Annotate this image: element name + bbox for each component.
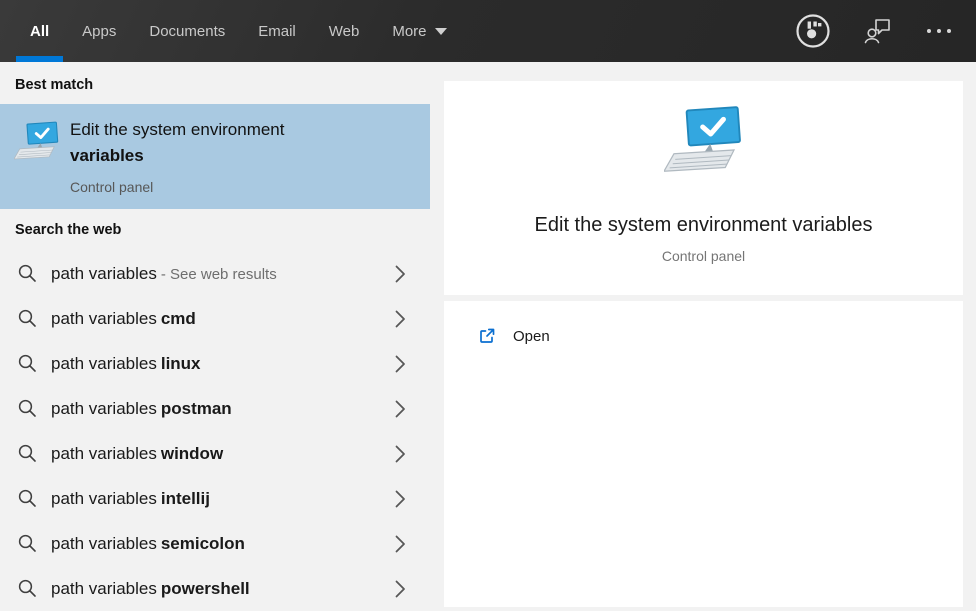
suggestion-text: path variablesintellij <box>51 489 210 509</box>
search-suggestion-row[interactable]: path variablesintellij <box>0 476 430 521</box>
best-match-title: Edit the system environment variables <box>70 117 284 169</box>
search-suggestion-row[interactable]: path variableslinux <box>0 341 430 386</box>
preview-subtitle: Control panel <box>662 248 745 264</box>
search-suggestion-row[interactable]: path variablespostman <box>0 386 430 431</box>
search-icon <box>18 264 37 283</box>
search-icon <box>18 309 37 328</box>
chevron-right-icon[interactable] <box>395 265 406 283</box>
search-filter-tabs: All Apps Documents Email Web More <box>16 0 461 62</box>
open-action-label: Open <box>513 328 550 345</box>
search-icon <box>18 354 37 373</box>
suggestion-text: path variablessemicolon <box>51 534 245 554</box>
chevron-right-icon[interactable] <box>395 400 406 418</box>
tab-more[interactable]: More <box>378 0 460 62</box>
suggestion-text: path variables- See web results <box>51 264 277 284</box>
chevron-right-icon[interactable] <box>395 490 406 508</box>
best-match-text: Edit the system environment variables Co… <box>70 117 284 195</box>
system-properties-icon <box>664 105 744 180</box>
topbar-icons <box>794 0 952 62</box>
preview-card: Edit the system environment variables Co… <box>444 81 963 295</box>
tab-label: More <box>392 23 426 40</box>
suggestion-text: path variablespostman <box>51 399 232 419</box>
search-suggestion-row[interactable]: path variablessemicolon <box>0 521 430 566</box>
suggestion-text: path variableswindow <box>51 444 223 464</box>
open-action[interactable]: Open <box>444 301 963 346</box>
tab-label: Apps <box>82 23 116 40</box>
system-properties-icon <box>14 120 60 167</box>
tab-apps[interactable]: Apps <box>68 0 130 62</box>
search-results-pane: Best match Edit the system environment v… <box>0 62 430 607</box>
best-match-header: Best match <box>15 77 93 93</box>
preview-pane: Edit the system environment variables Co… <box>430 62 976 607</box>
tab-label: Web <box>329 23 360 40</box>
search-icon <box>18 444 37 463</box>
rewards-icon[interactable] <box>794 12 832 50</box>
search-suggestion-row[interactable]: path variablescmd <box>0 296 430 341</box>
chevron-right-icon[interactable] <box>395 580 406 598</box>
feedback-icon[interactable] <box>864 16 894 46</box>
tab-web[interactable]: Web <box>315 0 374 62</box>
tab-label: Email <box>258 23 296 40</box>
search-icon <box>18 579 37 598</box>
suggestion-text: path variablescmd <box>51 309 196 329</box>
search-the-web-header: Search the web <box>15 222 121 238</box>
best-match-subtitle: Control panel <box>70 179 284 195</box>
search-icon <box>18 534 37 553</box>
chevron-right-icon[interactable] <box>395 310 406 328</box>
preview-actions-card: Open <box>444 301 963 607</box>
chevron-right-icon[interactable] <box>395 355 406 373</box>
tab-label: Documents <box>149 23 225 40</box>
search-suggestion-row[interactable]: path variables- See web results <box>0 251 430 296</box>
search-suggestion-row[interactable]: path variableswindow <box>0 431 430 476</box>
tab-label: All <box>30 23 49 40</box>
search-icon <box>18 489 37 508</box>
suggestion-text: path variablespowershell <box>51 579 250 599</box>
more-options-icon[interactable] <box>926 28 952 34</box>
search-icon <box>18 399 37 418</box>
search-top-bar: All Apps Documents Email Web More <box>0 0 976 62</box>
tab-all[interactable]: All <box>16 0 63 62</box>
suggestion-text: path variableslinux <box>51 354 201 374</box>
tab-email[interactable]: Email <box>244 0 310 62</box>
chevron-down-icon <box>435 28 447 35</box>
chevron-right-icon[interactable] <box>395 445 406 463</box>
best-match-result[interactable]: Edit the system environment variables Co… <box>0 104 430 209</box>
search-suggestion-row[interactable]: path variablespowershell <box>0 566 430 611</box>
open-external-icon <box>477 327 496 346</box>
tab-documents[interactable]: Documents <box>135 0 239 62</box>
web-suggestions-list: path variables- See web results path var… <box>0 251 430 611</box>
chevron-right-icon[interactable] <box>395 535 406 553</box>
preview-title: Edit the system environment variables <box>535 213 873 237</box>
